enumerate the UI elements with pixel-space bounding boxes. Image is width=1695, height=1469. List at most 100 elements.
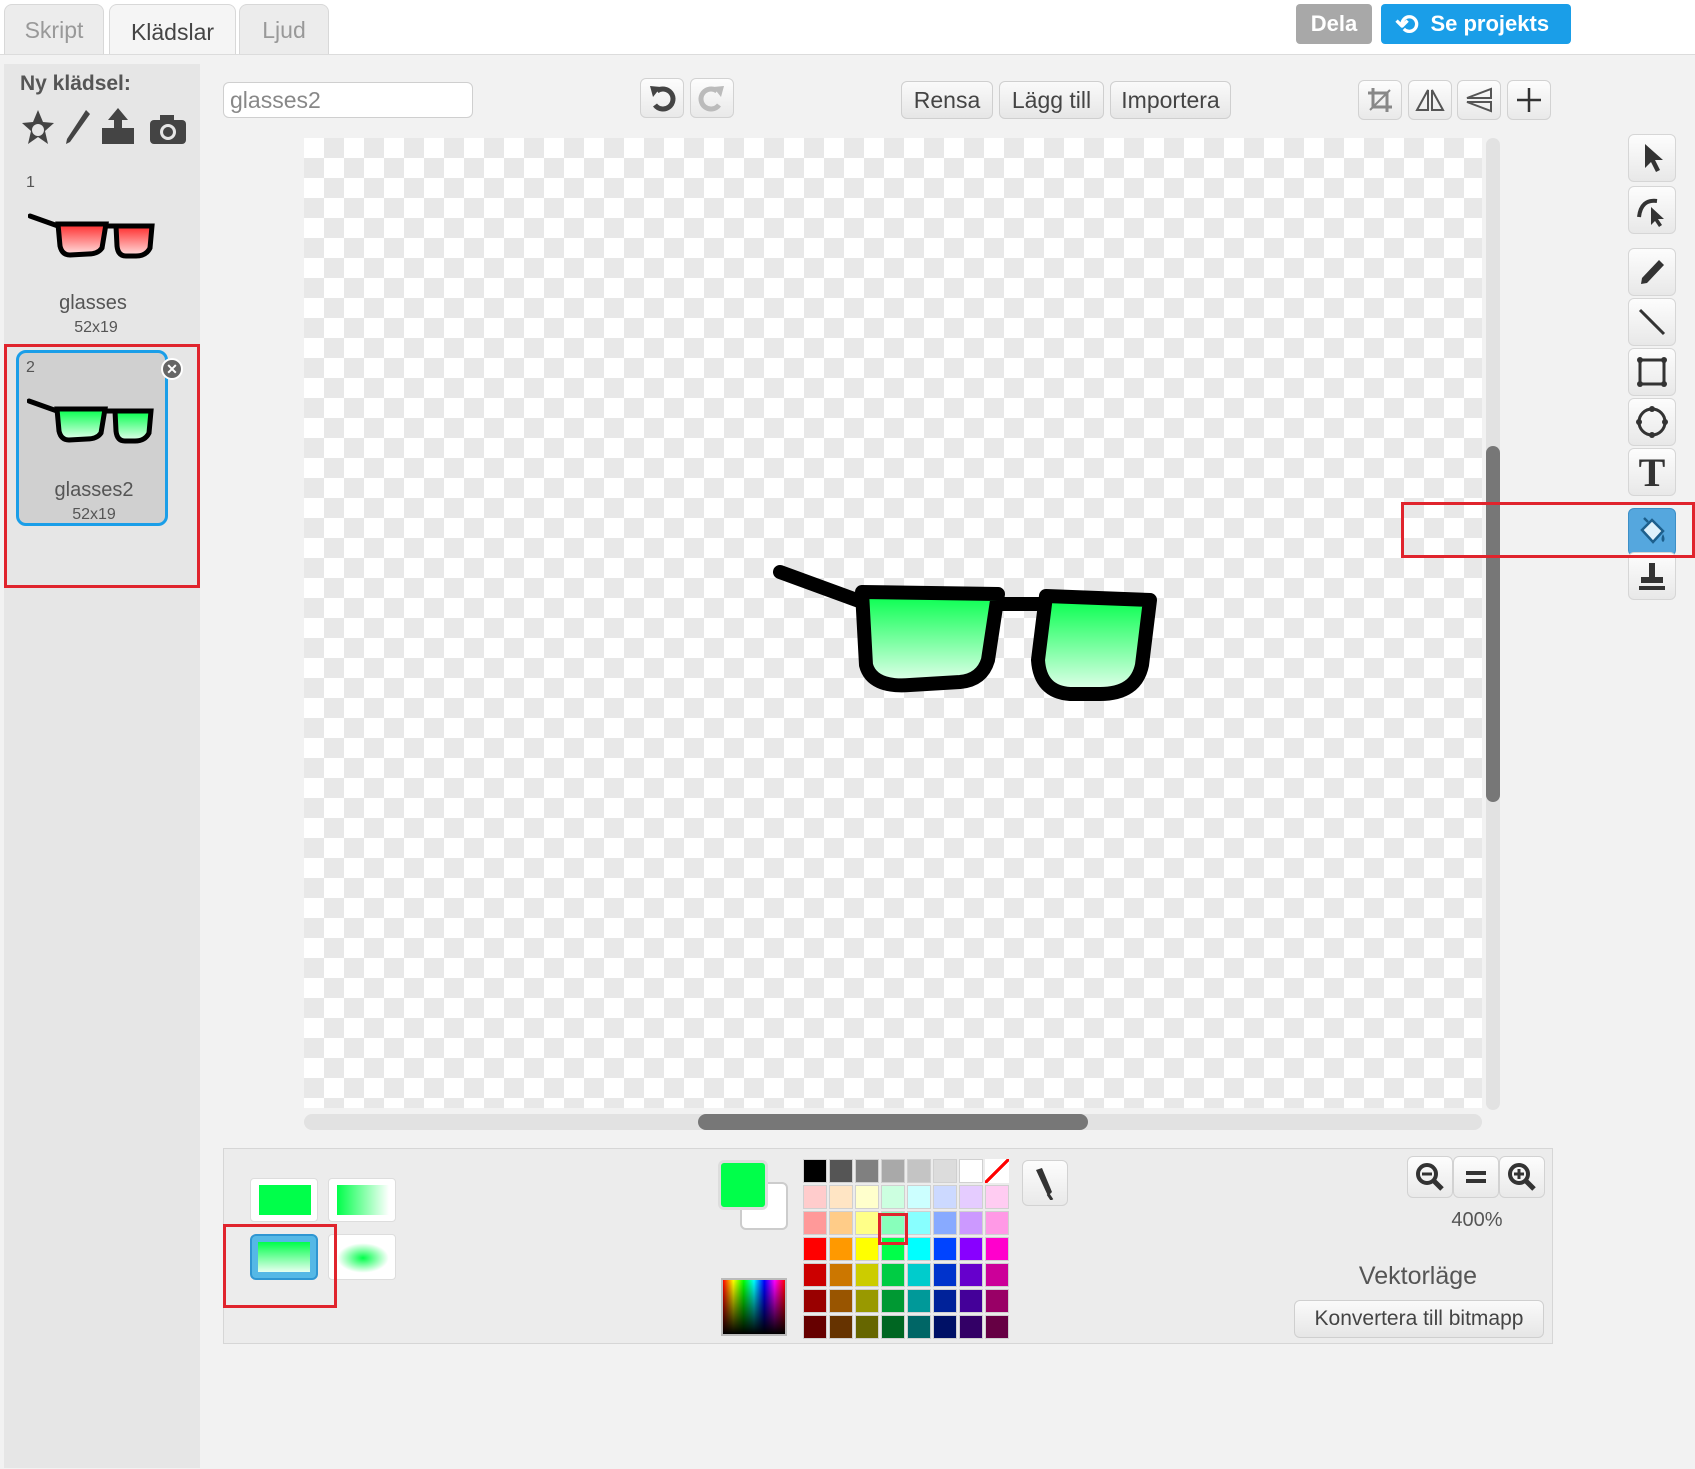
palette-color[interactable] (959, 1263, 983, 1287)
tab-scripts[interactable]: Skript (4, 4, 104, 56)
palette-color[interactable] (881, 1289, 905, 1313)
palette-color[interactable] (855, 1211, 879, 1235)
set-center-button[interactable] (1507, 80, 1551, 120)
palette-color[interactable] (959, 1237, 983, 1261)
tab-costumes[interactable]: Klädslar (109, 4, 236, 60)
share-button[interactable]: Dela (1296, 4, 1372, 44)
duplicate-tool[interactable] (1628, 552, 1676, 600)
add-button[interactable]: Lägg till (999, 81, 1104, 119)
palette-color[interactable] (829, 1185, 853, 1209)
select-tool[interactable] (1628, 134, 1676, 182)
zoom-out-button[interactable] (1407, 1156, 1453, 1198)
palette-color[interactable] (933, 1289, 957, 1313)
costume-thumbnail (28, 213, 155, 259)
fill-horizontal-gradient-option[interactable] (328, 1178, 396, 1222)
palette-color[interactable] (933, 1159, 957, 1183)
fill-solid-option[interactable] (250, 1178, 318, 1222)
zoom-reset-button[interactable] (1453, 1156, 1499, 1198)
costume-size: 52x19 (74, 319, 118, 336)
palette-color[interactable] (829, 1237, 853, 1261)
palette-color[interactable] (907, 1185, 931, 1209)
convert-to-bitmap-button[interactable]: Konvertera till bitmapp (1294, 1300, 1544, 1338)
palette-color[interactable] (881, 1185, 905, 1209)
palette-color[interactable] (829, 1263, 853, 1287)
palette-color[interactable] (907, 1159, 931, 1183)
palette-color[interactable] (959, 1211, 983, 1235)
zoom-in-button[interactable] (1499, 1156, 1545, 1198)
ellipse-tool[interactable] (1628, 398, 1676, 446)
palette-color[interactable] (803, 1185, 827, 1209)
crop-button[interactable] (1358, 80, 1402, 120)
clear-button[interactable]: Rensa (901, 81, 993, 119)
tab-sounds[interactable]: Ljud (239, 4, 329, 56)
import-button[interactable]: Importera (1110, 81, 1231, 119)
palette-color[interactable] (933, 1315, 957, 1339)
palette-color[interactable] (829, 1211, 853, 1235)
fill-radial-gradient-option[interactable] (328, 1234, 396, 1280)
line-icon (1638, 308, 1666, 336)
rectangle-tool[interactable] (1628, 348, 1676, 396)
palette-color[interactable] (855, 1185, 879, 1209)
palette-color[interactable] (907, 1211, 931, 1235)
palette-color[interactable] (855, 1263, 879, 1287)
text-tool[interactable]: T (1628, 448, 1676, 496)
palette-color[interactable] (933, 1211, 957, 1235)
import-label: Importera (1121, 86, 1220, 113)
flip-vertical-icon (1466, 87, 1492, 113)
palette-color[interactable] (985, 1263, 1009, 1287)
flip-vertical-button[interactable] (1457, 80, 1501, 120)
line-tool[interactable] (1628, 298, 1676, 346)
palette-color[interactable] (855, 1289, 879, 1313)
palette-color[interactable] (907, 1289, 931, 1313)
palette-color[interactable] (907, 1237, 931, 1261)
palette-color[interactable] (881, 1263, 905, 1287)
upload-costume-icon[interactable] (98, 106, 138, 148)
palette-color[interactable] (959, 1185, 983, 1209)
palette-color[interactable] (985, 1289, 1009, 1313)
palette-color[interactable] (933, 1185, 957, 1209)
palette-color[interactable] (803, 1289, 827, 1313)
see-project-button[interactable]: ⟲ Se projekts (1381, 4, 1571, 44)
vertical-scrollbar-thumb[interactable] (1486, 446, 1500, 802)
palette-color[interactable] (985, 1185, 1009, 1209)
paint-new-costume-icon[interactable] (62, 108, 92, 148)
palette-color[interactable] (907, 1263, 931, 1287)
primary-color-swatch[interactable] (718, 1160, 768, 1210)
glasses-drawing[interactable] (770, 560, 1170, 710)
palette-color[interactable] (985, 1211, 1009, 1235)
palette-color[interactable] (933, 1237, 957, 1261)
flip-horizontal-button[interactable] (1408, 80, 1452, 120)
choose-from-library-icon[interactable] (20, 108, 56, 148)
costume-name-field[interactable] (223, 82, 473, 118)
palette-color[interactable] (985, 1315, 1009, 1339)
palette-color[interactable] (829, 1289, 853, 1313)
palette-color[interactable] (855, 1315, 879, 1339)
pencil-tool[interactable] (1628, 248, 1676, 296)
palette-color[interactable] (803, 1237, 827, 1261)
palette-color[interactable] (881, 1159, 905, 1183)
redo-button[interactable] (690, 78, 734, 118)
palette-color[interactable] (829, 1315, 853, 1339)
color-spectrum-picker[interactable] (721, 1278, 787, 1336)
palette-color[interactable] (803, 1315, 827, 1339)
palette-color[interactable] (803, 1211, 827, 1235)
palette-color[interactable] (881, 1315, 905, 1339)
transparent-color[interactable] (985, 1159, 1009, 1183)
palette-color[interactable] (829, 1159, 853, 1183)
palette-color[interactable] (907, 1315, 931, 1339)
palette-color[interactable] (959, 1289, 983, 1313)
palette-color[interactable] (933, 1263, 957, 1287)
reshape-tool[interactable] (1628, 186, 1676, 234)
palette-color[interactable] (855, 1159, 879, 1183)
palette-color[interactable] (803, 1159, 827, 1183)
horizontal-scrollbar-thumb[interactable] (698, 1114, 1088, 1130)
undo-button[interactable] (640, 78, 684, 118)
palette-color[interactable] (803, 1263, 827, 1287)
palette-color[interactable] (855, 1237, 879, 1261)
palette-color[interactable] (985, 1237, 1009, 1261)
palette-color[interactable] (959, 1315, 983, 1339)
eyedropper-button[interactable] (1022, 1160, 1068, 1206)
camera-icon[interactable] (148, 112, 188, 146)
costume-item-1[interactable]: 1 glasses 52x19 (18, 168, 178, 338)
palette-color[interactable] (959, 1159, 983, 1183)
